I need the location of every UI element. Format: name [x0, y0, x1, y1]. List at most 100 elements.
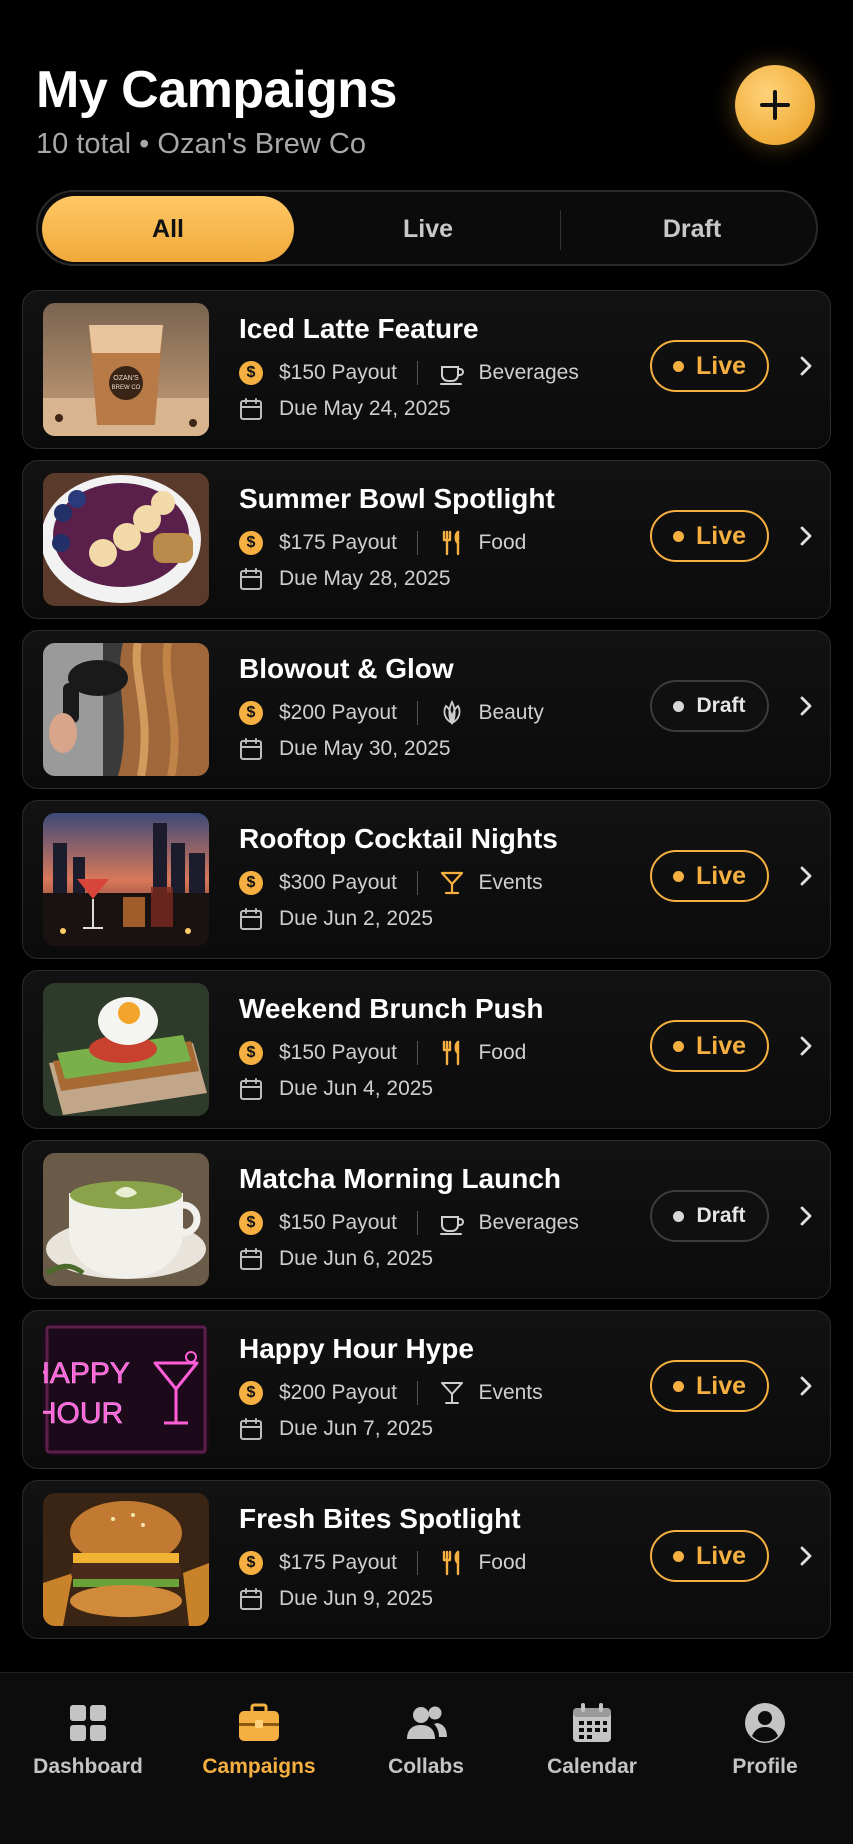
campaign-due-row: Due Jun 2, 2025: [239, 907, 433, 931]
status-badge: Live: [650, 1530, 769, 1582]
tab-live[interactable]: Live: [328, 196, 528, 262]
nav-item-campaigns[interactable]: Campaigns: [184, 1701, 334, 1779]
campaign-thumbnail: HAPPY HOUR: [43, 1323, 209, 1456]
status-badge: Live: [650, 1360, 769, 1412]
campaign-category: Beverages: [478, 361, 579, 384]
tab-all[interactable]: All: [42, 196, 294, 262]
tab-draft[interactable]: Draft: [592, 196, 792, 262]
calendar-icon: [239, 1247, 263, 1271]
chevron-right-icon[interactable]: [793, 351, 819, 381]
campaign-due-date: Due Jun 2, 2025: [279, 907, 434, 930]
meta-divider: [416, 871, 419, 895]
campaign-thumbnail: [43, 1493, 209, 1626]
dollar-coin-icon: $: [239, 361, 263, 385]
calendar-icon: [239, 1077, 263, 1101]
campaign-payout: $300 Payout: [279, 871, 397, 894]
dollar-coin-icon: $: [239, 531, 263, 555]
add-campaign-button[interactable]: [735, 65, 815, 145]
cocktail-glass-icon: [438, 869, 466, 897]
svg-text:BREW CO: BREW CO: [112, 385, 141, 391]
people-icon: [407, 1706, 447, 1739]
campaign-category: Beauty: [478, 701, 544, 724]
coffee-cup-icon: [438, 359, 466, 387]
campaign-due-date: Due Jun 7, 2025: [279, 1417, 434, 1440]
campaign-meta: $ $200 Payout Events: [239, 1379, 543, 1407]
campaign-card[interactable]: HAPPY HOUR Happy Hour Hype $ $200 Payout…: [22, 1310, 831, 1469]
header: My Campaigns 10 total • Ozan's Brew Co: [0, 0, 853, 180]
campaign-title: Rooftop Cocktail Nights: [239, 823, 558, 854]
campaign-card[interactable]: OZAN'S BREW CO Iced Latte Feature $ $150…: [22, 290, 831, 449]
campaign-title: Matcha Morning Launch: [239, 1163, 561, 1194]
status-dot: [672, 1550, 684, 1562]
campaign-card[interactable]: Weekend Brunch Push $ $150 Payout Food D…: [22, 970, 831, 1129]
briefcase-icon: [239, 1703, 279, 1741]
dollar-coin-icon: $: [239, 701, 263, 725]
campaign-category: Food: [478, 1041, 527, 1064]
bottom-nav: Dashboard Campaigns Collabs Calendar Pro…: [0, 1672, 853, 1844]
status-dot: [672, 1040, 684, 1052]
campaign-category: Food: [478, 531, 527, 554]
campaign-card[interactable]: Rooftop Cocktail Nights $ $300 Payout Ev…: [22, 800, 831, 959]
campaign-card[interactable]: Matcha Morning Launch $ $150 Payout Beve…: [22, 1140, 831, 1299]
chevron-right-icon[interactable]: [793, 521, 819, 551]
campaign-category: Beverages: [478, 1211, 579, 1234]
campaign-card[interactable]: Summer Bowl Spotlight $ $175 Payout Food…: [22, 460, 831, 619]
campaign-card[interactable]: Blowout & Glow $ $200 Payout Beauty Due …: [22, 630, 831, 789]
campaign-due-date: Due Jun 9, 2025: [279, 1587, 434, 1610]
nav-item-calendar[interactable]: Calendar: [517, 1701, 667, 1779]
chevron-right-icon[interactable]: [793, 1371, 819, 1401]
campaign-payout: $150 Payout: [279, 1211, 397, 1234]
campaign-due-row: Due Jun 9, 2025: [239, 1587, 433, 1611]
campaign-meta: $ $175 Payout Food: [239, 1549, 526, 1577]
campaign-meta: $ $150 Payout Beverages: [239, 359, 579, 387]
chevron-right-icon[interactable]: [793, 1541, 819, 1571]
status-dot: [673, 1210, 685, 1222]
campaign-title: Summer Bowl Spotlight: [239, 483, 555, 514]
nav-label: Campaigns: [202, 1755, 316, 1778]
meta-divider: [416, 1551, 419, 1575]
calendar-icon: [239, 1587, 263, 1611]
status-dot: [672, 360, 684, 372]
campaign-payout: $200 Payout: [279, 701, 397, 724]
calendar-icon: [239, 567, 263, 591]
dollar-coin-icon: $: [239, 1211, 263, 1235]
chevron-right-icon[interactable]: [793, 1201, 819, 1231]
campaign-title: Weekend Brunch Push: [239, 993, 544, 1024]
campaign-category: Events: [478, 1381, 543, 1404]
nav-label: Profile: [732, 1755, 798, 1778]
chevron-right-icon[interactable]: [793, 1031, 819, 1061]
calendar-icon: [239, 1417, 263, 1441]
campaign-due-date: Due May 28, 2025: [279, 567, 451, 590]
page-subtitle: 10 total • Ozan's Brew Co: [36, 128, 367, 160]
campaign-meta: $ $300 Payout Events: [239, 869, 543, 897]
page-title: My Campaigns: [36, 61, 397, 119]
campaign-due-date: Due May 30, 2025: [279, 737, 451, 760]
calendar-icon: [239, 397, 263, 421]
neon-sign-text: HAPPY: [43, 1357, 130, 1390]
campaign-payout: $200 Payout: [279, 1381, 397, 1404]
nav-item-collabs[interactable]: Collabs: [351, 1701, 501, 1779]
status-badge: Live: [650, 1020, 769, 1072]
campaign-meta: $ $175 Payout Food: [239, 529, 526, 557]
campaign-payout: $150 Payout: [279, 361, 397, 384]
campaign-due-date: Due Jun 4, 2025: [279, 1077, 434, 1100]
campaign-category: Events: [478, 871, 543, 894]
plus-icon: [760, 90, 790, 120]
calendar-icon: [239, 907, 263, 931]
campaign-thumbnail: [43, 813, 209, 946]
nav-item-dashboard[interactable]: Dashboard: [13, 1701, 163, 1779]
dollar-coin-icon: $: [239, 871, 263, 895]
meta-divider: [416, 701, 419, 725]
campaign-payout: $175 Payout: [279, 1551, 397, 1574]
campaign-title: Fresh Bites Spotlight: [239, 1503, 521, 1534]
campaign-meta: $ $200 Payout Beauty: [239, 699, 544, 727]
chevron-right-icon[interactable]: [793, 861, 819, 891]
status-dot: [672, 530, 684, 542]
meta-divider: [416, 361, 419, 385]
chevron-right-icon[interactable]: [793, 691, 819, 721]
status-badge: Live: [650, 340, 769, 392]
campaign-list: OZAN'S BREW CO Iced Latte Feature $ $150…: [22, 290, 831, 1650]
campaign-card[interactable]: Fresh Bites Spotlight $ $175 Payout Food…: [22, 1480, 831, 1639]
nav-item-profile[interactable]: Profile: [690, 1701, 840, 1779]
nav-label: Collabs: [388, 1755, 464, 1778]
